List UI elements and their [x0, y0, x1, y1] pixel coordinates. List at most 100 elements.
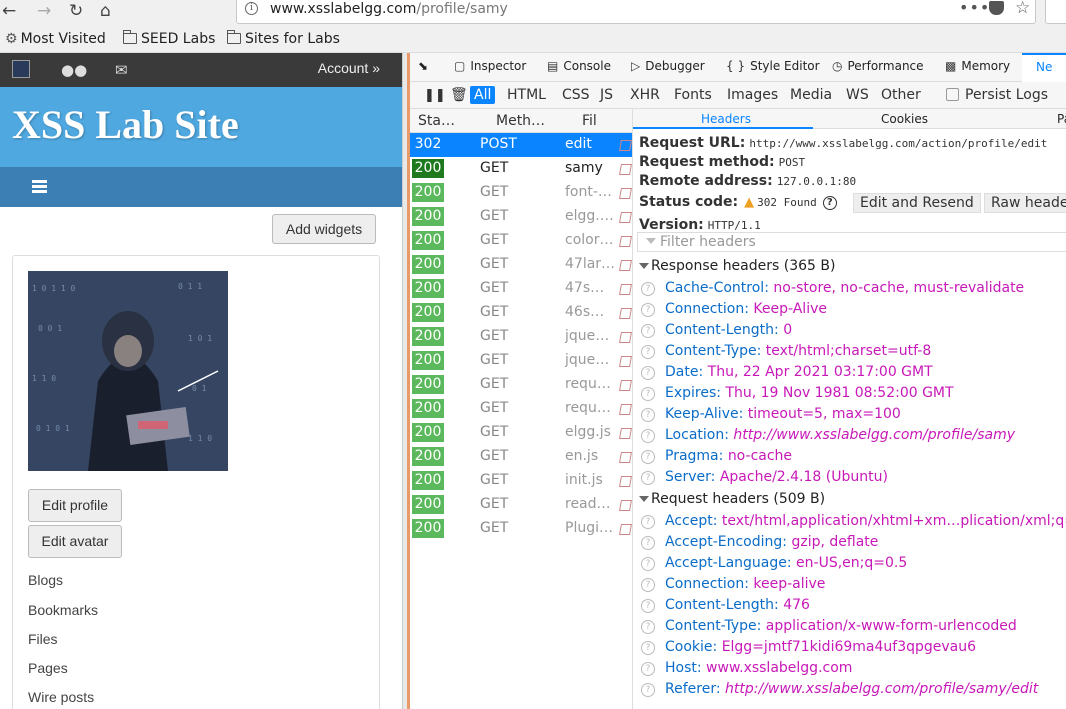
help-icon[interactable]: ? — [641, 324, 655, 338]
response-header-row[interactable]: ? Content-Length: 0 — [641, 322, 792, 338]
edit-profile-button[interactable]: Edit profile — [28, 489, 122, 522]
help-icon[interactable]: ? — [641, 450, 655, 464]
filter-xhr[interactable]: XHR — [626, 86, 664, 104]
help-icon[interactable]: ? — [641, 471, 655, 485]
request-header-row[interactable]: ? Host: www.xsslabelgg.com — [641, 660, 852, 676]
response-header-row[interactable]: ? Server: Apache/2.4.18 (Ubuntu) — [641, 469, 888, 485]
request-row[interactable]: 200 GET requ… — [410, 397, 632, 421]
site-title[interactable]: XSS Lab Site — [12, 101, 239, 148]
filter-images[interactable]: Images — [723, 86, 782, 104]
help-icon[interactable]: ? — [641, 366, 655, 380]
column-method[interactable]: Meth… — [496, 113, 545, 129]
tab-style-editor[interactable]: { } Style Editor — [726, 59, 820, 73]
response-header-row[interactable]: ? Cache-Control: no-store, no-cache, must… — [641, 280, 1024, 296]
request-header-row[interactable]: ? Cookie: Elgg=jmtf71kidi69ma4uf3qpgevau6 — [641, 639, 976, 655]
request-row[interactable]: 200 GET en.js — [410, 445, 632, 469]
response-header-row[interactable]: ? Expires: Thu, 19 Nov 1981 08:52:00 GMT — [641, 385, 954, 401]
help-icon[interactable]: ? — [641, 662, 655, 676]
help-icon[interactable]: ? — [641, 408, 655, 422]
response-headers-section[interactable]: Response headers (365 B) — [633, 257, 1066, 277]
response-header-row[interactable]: ? Date: Thu, 22 Apr 2021 03:17:00 GMT — [641, 364, 933, 380]
wire-posts-link[interactable]: Wire posts — [28, 689, 94, 705]
request-header-row[interactable]: ? Connection: keep-alive — [641, 576, 825, 592]
tab-headers[interactable]: Headers — [701, 112, 751, 126]
response-header-row[interactable]: ? Keep-Alive: timeout=5, max=100 — [641, 406, 901, 422]
request-row[interactable]: 200 GET elgg.js — [410, 421, 632, 445]
persist-logs-checkbox[interactable]: Persist Logs — [946, 87, 1048, 103]
request-row[interactable]: 200 GET samy — [410, 157, 632, 181]
back-icon[interactable]: ← — [2, 0, 16, 22]
request-header-row[interactable]: ? Accept-Encoding: gzip, deflate — [641, 534, 878, 550]
help-icon[interactable]: ? — [641, 345, 655, 359]
filter-fonts[interactable]: Fonts — [670, 86, 716, 104]
filter-html[interactable]: HTML — [503, 86, 550, 104]
tab-memory[interactable]: ▩ Memory — [945, 59, 1010, 73]
help-icon[interactable]: ? — [641, 515, 655, 529]
help-icon[interactable]: ? — [641, 578, 655, 592]
request-header-row[interactable]: ? Accept: text/html,application/xhtml+xm…… — [641, 513, 1066, 529]
help-icon[interactable]: ? — [822, 196, 837, 210]
request-row[interactable]: 200 GET Plugi… — [410, 517, 632, 541]
help-icon[interactable]: ? — [641, 387, 655, 401]
tab-console[interactable]: ▤ Console — [547, 59, 611, 73]
mail-icon[interactable]: ✉ — [115, 61, 128, 79]
request-row[interactable]: 200 GET 46s… — [410, 301, 632, 325]
request-row[interactable]: 200 GET elgg.… — [410, 205, 632, 229]
column-file[interactable]: Fil — [582, 113, 597, 129]
bookmark-seed-labs[interactable]: SEED Labs — [123, 30, 215, 47]
request-row[interactable]: 200 GET font-… — [410, 181, 632, 205]
filter-js[interactable]: JS — [596, 86, 617, 104]
pick-element-icon[interactable]: ⬊ — [418, 59, 428, 73]
tab-cookies[interactable]: Cookies — [881, 112, 928, 126]
response-header-row[interactable]: ? Connection: Keep-Alive — [641, 301, 827, 317]
tab-performance[interactable]: ◷ Performance — [832, 59, 924, 73]
version-value[interactable]: HTTP/1.1 — [708, 219, 761, 232]
request-headers-section[interactable]: Request headers (509 B) — [633, 490, 1066, 510]
tab-inspector[interactable]: ▢ Inspector — [454, 59, 526, 73]
hamburger-menu-icon[interactable] — [32, 180, 47, 195]
request-row[interactable]: 200 GET requ… — [410, 373, 632, 397]
bookmarks-link[interactable]: Bookmarks — [28, 602, 98, 618]
account-menu[interactable]: Account » — [318, 60, 380, 76]
tab-params[interactable]: Pa — [1057, 112, 1066, 126]
page-actions-icon[interactable]: ••• — [959, 0, 990, 17]
blogs-link[interactable]: Blogs — [28, 572, 63, 588]
reload-icon[interactable]: ↻ — [69, 0, 83, 22]
info-icon[interactable]: i — [245, 2, 258, 15]
request-row[interactable]: 200 GET read… — [410, 493, 632, 517]
response-header-row[interactable]: ? Location: http://www.xsslabelgg.com/pro… — [641, 427, 1015, 443]
forward-icon[interactable]: → — [37, 0, 51, 22]
filter-media[interactable]: Media — [786, 86, 836, 104]
bookmark-sites-for-labs[interactable]: Sites for Labs — [227, 30, 340, 47]
help-icon[interactable]: ? — [641, 282, 655, 296]
request-row[interactable]: 200 GET jque… — [410, 325, 632, 349]
filter-headers-input[interactable]: Filter headers — [637, 232, 1066, 252]
help-icon[interactable]: ? — [641, 641, 655, 655]
status-code-value[interactable]: 302 Found — [757, 196, 817, 209]
request-method-value[interactable]: POST — [779, 156, 806, 169]
panel-splitter[interactable] — [402, 53, 410, 709]
tab-network[interactable]: Ne — [1022, 53, 1066, 82]
bookmark-star-icon[interactable]: ☆ — [1015, 0, 1030, 18]
request-row[interactable]: 200 GET init.js — [410, 469, 632, 493]
pages-link[interactable]: Pages — [28, 660, 68, 676]
pocket-icon[interactable] — [989, 1, 1004, 15]
url-bar[interactable]: i www.xsslabelgg.com/profile/samy ••• ☆ — [236, 0, 1036, 24]
filter-all[interactable]: All — [470, 86, 496, 104]
search-bar[interactable] — [1045, 0, 1066, 24]
friends-icon[interactable]: ●● — [61, 61, 87, 79]
request-row[interactable]: 200 GET 47s… — [410, 277, 632, 301]
help-icon[interactable]: ? — [641, 303, 655, 317]
request-header-row[interactable]: ? Content-Length: 476 — [641, 597, 810, 613]
help-icon[interactable]: ? — [641, 620, 655, 634]
clear-icon[interactable]: 🗑 — [446, 86, 472, 104]
request-row[interactable]: 200 GET 47lar… — [410, 253, 632, 277]
response-header-row[interactable]: ? Pragma: no-cache — [641, 448, 792, 464]
help-icon[interactable]: ? — [641, 599, 655, 613]
files-link[interactable]: Files — [28, 631, 58, 647]
tab-debugger[interactable]: ▷ Debugger — [631, 59, 705, 73]
filter-ws[interactable]: WS — [842, 86, 873, 104]
response-header-row[interactable]: ? Content-Type: text/html;charset=utf-8 — [641, 343, 931, 359]
bookmark-most-visited[interactable]: ⚙ Most Visited — [5, 31, 106, 47]
request-row[interactable]: 200 GET color… — [410, 229, 632, 253]
